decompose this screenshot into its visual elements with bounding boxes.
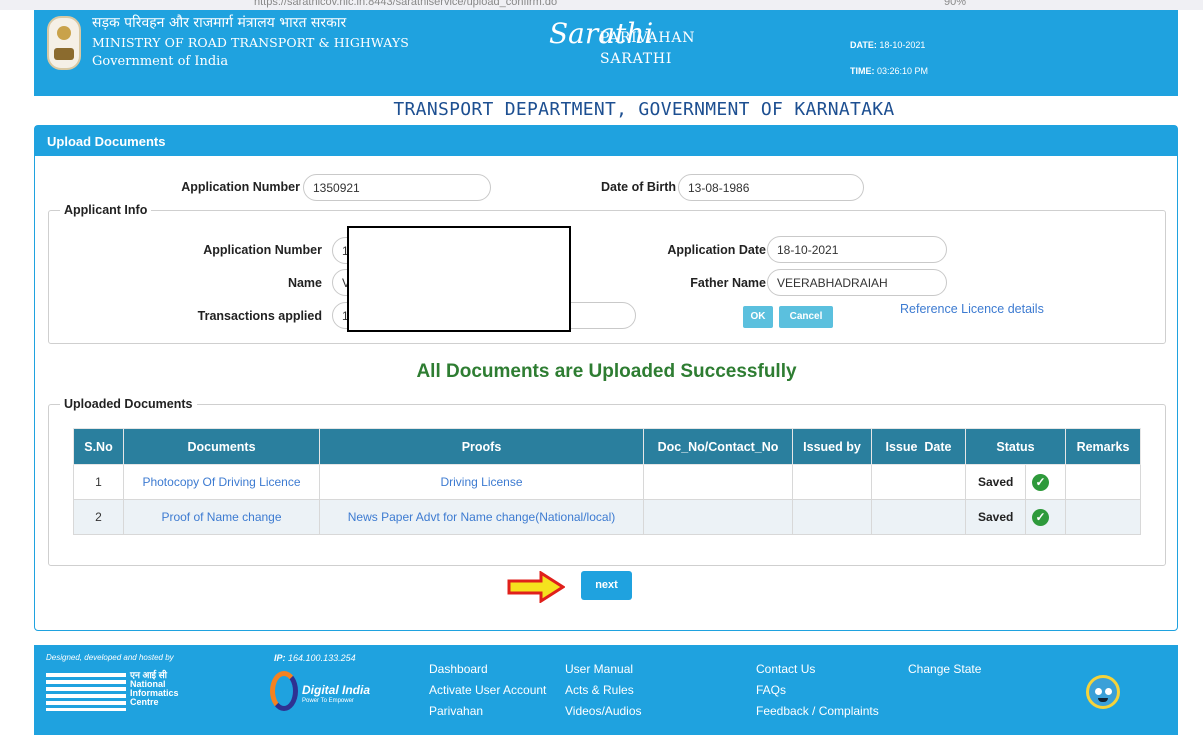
row-sno: 1 xyxy=(73,464,124,500)
documents-table: S.No Documents Proofs Doc_No/Contact_No … xyxy=(73,428,1141,535)
cancel-button[interactable]: Cancel xyxy=(779,306,833,328)
row-document-link[interactable]: Photocopy Of Driving Licence xyxy=(123,464,320,500)
check-icon: ✓ xyxy=(1032,473,1049,491)
header-date: DATE: 18-10-2021 xyxy=(850,40,925,50)
row-document-link[interactable]: Proof of Name change xyxy=(123,499,320,535)
nic-line3: Centre xyxy=(130,697,159,707)
table-row: 2 Proof of Name change News Paper Advt f… xyxy=(73,499,1141,535)
row-remarks xyxy=(1065,464,1141,500)
dob-label: Date of Birth xyxy=(601,180,676,194)
row-status-check: ✓ xyxy=(1025,464,1066,500)
designed-by-text: Designed, developed and hosted by xyxy=(46,653,174,662)
ministry-block: सड़क परिवहन और राजमार्ग मंत्रालय भारत सर… xyxy=(92,14,409,71)
site-header: सड़क परिवहन और राजमार्ग मंत्रालय भारत सर… xyxy=(34,10,1178,96)
ip-label: IP: xyxy=(274,653,286,663)
department-title: TRANSPORT DEPARTMENT, GOVERNMENT OF KARN… xyxy=(393,99,895,120)
digital-india-tagline: Power To Empower xyxy=(302,698,354,704)
row-issue-date xyxy=(871,464,966,500)
footer-link-videos[interactable]: Videos/Audios xyxy=(565,704,642,718)
ok-button[interactable]: OK xyxy=(743,306,773,328)
footer-link-contact[interactable]: Contact Us xyxy=(756,662,815,676)
row-proof-link[interactable]: Driving License xyxy=(319,464,644,500)
nic-text: एन आई सी National Informatics Centre xyxy=(130,671,179,707)
table-header-row: S.No Documents Proofs Doc_No/Contact_No … xyxy=(73,428,1141,465)
sarathi-logo: Sarathi xyxy=(549,17,654,50)
url-text[interactable]: https://sarathicov.nic.in:8443/sarathise… xyxy=(254,0,557,8)
footer-link-faqs[interactable]: FAQs xyxy=(756,683,786,697)
row-proof-link[interactable]: News Paper Advt for Name change(National… xyxy=(319,499,644,535)
zoom-level[interactable]: 90% xyxy=(944,0,966,8)
government-label: Government of India xyxy=(92,54,229,69)
ip-address: IP: 164.100.133.254 xyxy=(274,653,356,663)
time-label: TIME: xyxy=(850,66,875,76)
footer-link-feedback[interactable]: Feedback / Complaints xyxy=(756,704,879,718)
time-value: 03:26:10 PM xyxy=(877,66,929,76)
row-status: Saved xyxy=(965,464,1026,500)
panel-title: Upload Documents xyxy=(35,126,1177,156)
footer-link-user-manual[interactable]: User Manual xyxy=(565,662,633,676)
digital-india-text: Digital India xyxy=(302,683,371,697)
row-sno: 2 xyxy=(73,499,124,535)
footer-link-activate[interactable]: Activate User Account xyxy=(429,683,546,697)
brand-line-sarathi: SARATHI xyxy=(600,51,673,67)
col-doc-no: Doc_No/Contact_No xyxy=(643,428,793,465)
applicant-app-number-label: Application Number xyxy=(203,243,322,257)
col-documents: Documents xyxy=(123,428,320,465)
table-row: 1 Photocopy Of Driving Licence Driving L… xyxy=(73,464,1141,500)
ministry-hindi: सड़क परिवहन और राजमार्ग मंत्रालय भारत सर… xyxy=(92,15,347,31)
col-issue-date: Issue Date xyxy=(871,428,966,465)
col-issued-by: Issued by xyxy=(792,428,872,465)
digital-india-swirl-icon xyxy=(270,671,298,711)
row-issued-by xyxy=(792,464,872,500)
mascot-icon[interactable] xyxy=(1086,675,1120,709)
col-proofs: Proofs xyxy=(319,428,644,465)
date-value: 18-10-2021 xyxy=(879,40,926,50)
applicant-info-legend: Applicant Info xyxy=(60,203,152,217)
father-name-label: Father Name xyxy=(690,276,766,290)
nic-bars-icon xyxy=(46,673,126,711)
row-doc-no xyxy=(643,499,793,535)
footer-link-dashboard[interactable]: Dashboard xyxy=(429,662,488,676)
row-doc-no xyxy=(643,464,793,500)
national-emblem-icon xyxy=(47,16,81,70)
transactions-label: Transactions applied xyxy=(197,309,322,323)
check-icon: ✓ xyxy=(1032,508,1049,526)
footer-link-parivahan[interactable]: Parivahan xyxy=(429,704,483,718)
application-date-field[interactable]: 18-10-2021 xyxy=(767,236,947,263)
header-time: TIME: 03:26:10 PM xyxy=(850,66,928,76)
date-label: DATE: xyxy=(850,40,877,50)
digital-india-logo[interactable]: Digital India Power To Empower xyxy=(270,671,390,711)
row-issued-by xyxy=(792,499,872,535)
reference-licence-link[interactable]: Reference Licence details xyxy=(900,302,1044,316)
page: https://sarathicov.nic.in:8443/sarathise… xyxy=(0,0,1203,744)
site-footer: Designed, developed and hosted by IP: 16… xyxy=(34,645,1178,735)
col-remarks: Remarks xyxy=(1065,428,1141,465)
col-sno: S.No xyxy=(73,428,124,465)
footer-link-change-state[interactable]: Change State xyxy=(908,662,981,676)
uploaded-documents-legend: Uploaded Documents xyxy=(60,397,197,411)
brand-text: PARIVAHAN SARATHI xyxy=(600,28,695,70)
next-button[interactable]: next xyxy=(581,571,632,600)
row-issue-date xyxy=(871,499,966,535)
nic-logo[interactable]: एन आई सी National Informatics Centre xyxy=(46,669,196,713)
app-number-label: Application Number xyxy=(181,180,300,194)
footer-link-acts[interactable]: Acts & Rules xyxy=(565,683,634,697)
success-message: All Documents are Uploaded Successfully xyxy=(416,361,797,382)
browser-address-bar: https://sarathicov.nic.in:8443/sarathise… xyxy=(0,0,1203,10)
row-status: Saved xyxy=(965,499,1026,535)
col-status: Status xyxy=(965,428,1066,465)
father-name-field[interactable]: VEERABHADRAIAH xyxy=(767,269,947,296)
name-label: Name xyxy=(287,276,322,290)
brand-line-parivahan: PARIVAHAN xyxy=(600,30,696,46)
ministry-english: MINISTRY OF ROAD TRANSPORT & HIGHWAYS xyxy=(92,35,409,50)
dob-field[interactable]: 13-08-1986 xyxy=(678,174,864,201)
row-status-check: ✓ xyxy=(1025,499,1066,535)
row-remarks xyxy=(1065,499,1141,535)
application-date-label: Application Date xyxy=(667,243,766,257)
arrow-right-icon xyxy=(507,571,565,603)
redaction-box xyxy=(347,226,571,332)
ip-value: 164.100.133.254 xyxy=(288,653,356,663)
app-number-field[interactable]: 1350921 xyxy=(303,174,491,201)
